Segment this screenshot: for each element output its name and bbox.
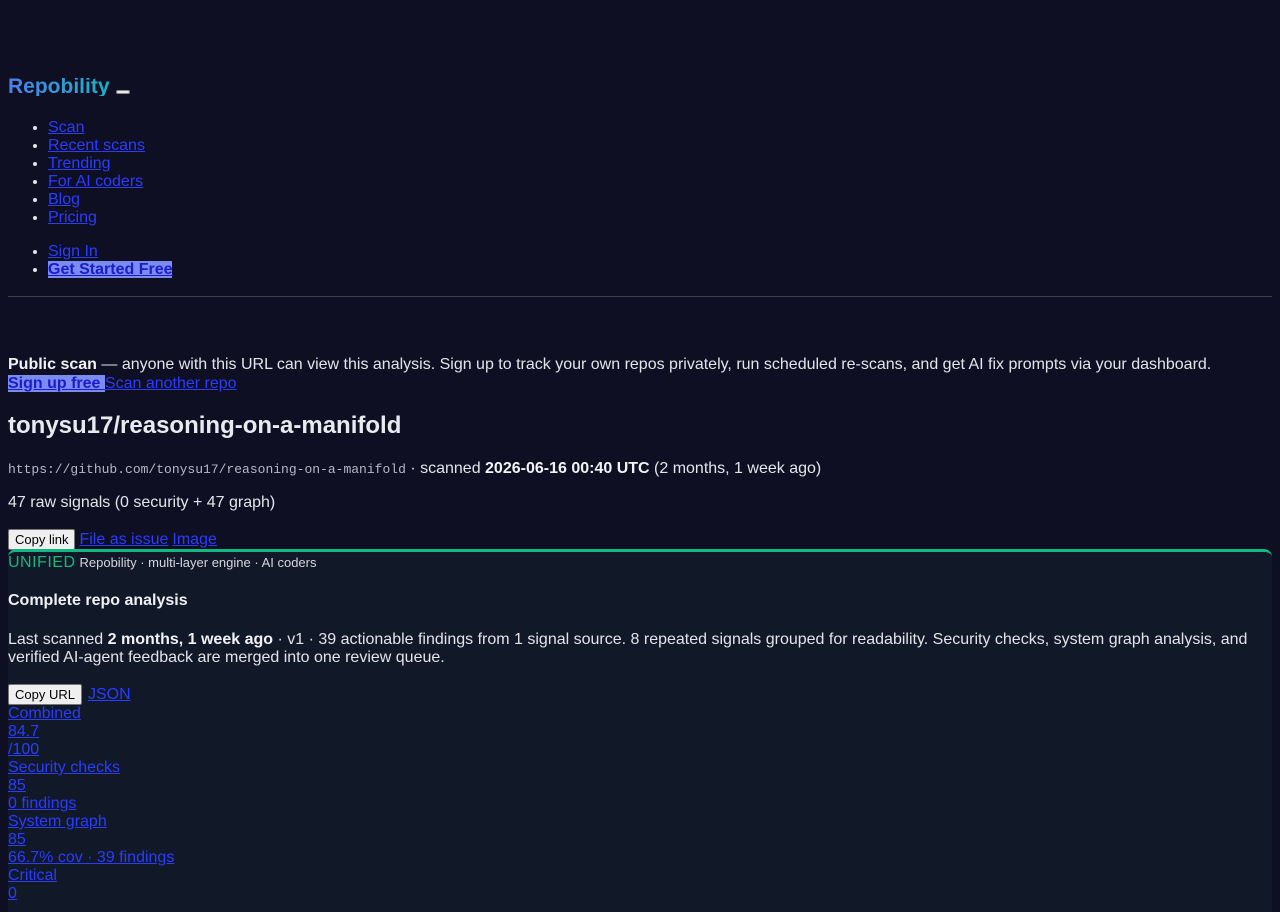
repo-url: https://github.com/tonysu17/reasoning-on…: [8, 462, 406, 477]
nav-link-scan[interactable]: Scan: [48, 119, 84, 136]
copy-link-button[interactable]: Copy link: [8, 529, 76, 550]
raw-signals-count: 47 raw signals (0 security + 47 graph): [8, 494, 276, 511]
copy-url-button[interactable]: Copy URL: [8, 684, 82, 705]
unified-analysis-card: [8, 549, 1272, 912]
unified-badge: UNIFIED: [8, 554, 76, 571]
combined-value[interactable]: 84.7: [8, 723, 174, 741]
nav-item-trending: Trending: [48, 155, 145, 173]
security-findings[interactable]: 0 findings: [8, 795, 174, 813]
nav-item-recent-scans: Recent scans: [48, 137, 145, 155]
summary-scanned-ago: 2 months, 1 week ago: [107, 631, 274, 648]
nav-item-pricing: Pricing: [48, 209, 145, 227]
nav-item-get-started: Get Started Free: [48, 261, 173, 279]
repo-title: tonysu17/reasoning-on-a-manifold: [8, 412, 402, 439]
score-list: Combined 84.7 /100 Security checks 85 0 …: [8, 705, 174, 903]
card-badge-row: UNIFIED Repobility · multi-layer engine …: [8, 554, 317, 572]
combined-scale[interactable]: /100: [8, 741, 174, 759]
engine-label: Repobility · multi-layer engine · AI cod…: [79, 555, 317, 570]
nav-link-pricing[interactable]: Pricing: [48, 209, 97, 226]
sign-up-free-link[interactable]: Sign up free: [8, 375, 105, 392]
public-scan-notice: Public scan — anyone with this URL can v…: [8, 356, 1272, 374]
summary-prefix: Last scanned: [8, 631, 108, 648]
card-actions: Copy URL JSON: [8, 684, 131, 705]
card-title: Complete repo analysis: [8, 592, 188, 609]
repo-meta: https://github.com/tonysu17/reasoning-on…: [8, 460, 821, 479]
notice-bold: Public scan: [8, 356, 97, 373]
nav-item-ai-coders: For AI coders: [48, 173, 145, 191]
nav-link-ai-coders[interactable]: For AI coders: [48, 173, 143, 190]
get-started-button[interactable]: Get Started Free: [48, 261, 173, 278]
scanned-ago: (2 months, 1 week ago): [649, 460, 822, 477]
scan-actions: Copy link File as issue Image: [8, 529, 217, 550]
brand-logo[interactable]: Repobility: [8, 76, 110, 97]
nav-link-blog[interactable]: Blog: [48, 191, 80, 208]
notice-text: — anyone with this URL can view this ana…: [96, 356, 1212, 373]
scanned-prefix: · scanned: [405, 460, 486, 477]
nav-item-sign-in: Sign In: [48, 243, 172, 261]
security-checks-label[interactable]: Security checks: [8, 759, 174, 777]
nav-item-scan: Scan: [48, 119, 145, 137]
nav-link-trending[interactable]: Trending: [48, 155, 111, 172]
menu-toggle-button[interactable]: [115, 90, 130, 94]
json-link[interactable]: JSON: [88, 686, 131, 704]
critical-value[interactable]: 0: [8, 885, 174, 903]
system-graph-label[interactable]: System graph: [8, 813, 174, 831]
nav-item-blog: Blog: [48, 191, 145, 209]
brand-row: Repobility: [8, 76, 130, 97]
header-divider: [8, 296, 1272, 297]
system-graph-detail[interactable]: 66.7% cov · 39 findings: [8, 849, 174, 867]
scan-another-repo-link[interactable]: Scan another repo: [105, 375, 237, 392]
combined-label[interactable]: Combined: [8, 705, 174, 723]
security-checks-value[interactable]: 85: [8, 777, 174, 795]
notice-links: Sign up free Scan another repo: [8, 375, 237, 393]
sign-in-link[interactable]: Sign In: [48, 243, 98, 260]
file-as-issue-link[interactable]: File as issue: [79, 531, 168, 549]
card-summary: Last scanned 2 months, 1 week ago · v1 ·…: [8, 631, 1272, 667]
main-nav: Scan Recent scans Trending For AI coders…: [8, 119, 145, 227]
auth-nav: Sign In Get Started Free: [8, 243, 173, 279]
image-link[interactable]: Image: [172, 531, 216, 549]
system-graph-value[interactable]: 85: [8, 831, 174, 849]
nav-link-recent-scans[interactable]: Recent scans: [48, 137, 145, 154]
scanned-timestamp: 2026-06-16 00:40 UTC: [485, 460, 650, 477]
critical-label[interactable]: Critical: [8, 867, 174, 885]
